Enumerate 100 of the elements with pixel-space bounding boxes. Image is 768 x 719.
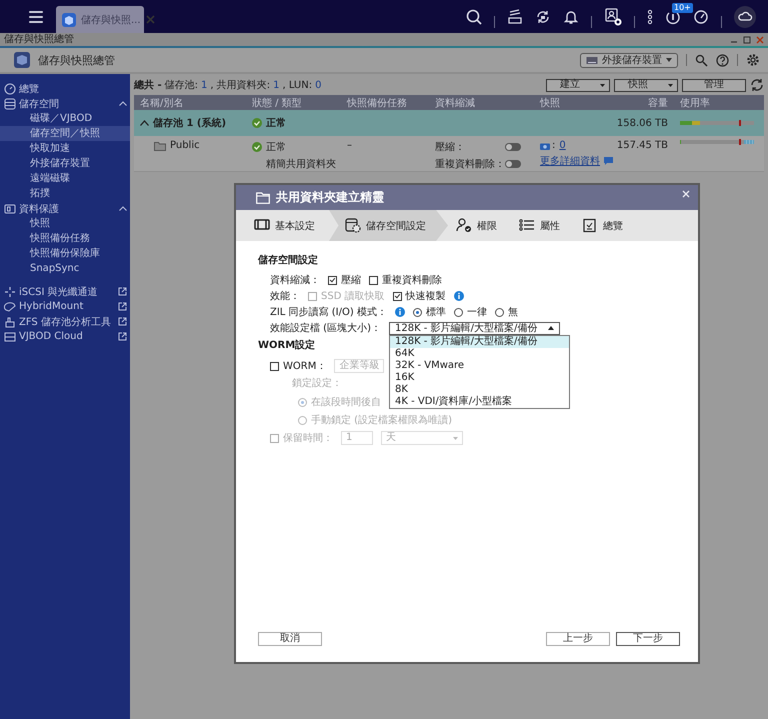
radio-option: 在該段時間後自: [298, 395, 381, 409]
folder-icon: [256, 192, 270, 204]
chat-icon: [604, 157, 613, 165]
sidebar-subitem[interactable]: 快取加速: [0, 141, 130, 156]
toggle-switch[interactable]: [505, 160, 521, 168]
toggle-switch[interactable]: [505, 143, 521, 151]
folder-name: Public: [170, 140, 200, 151]
sidebar-item[interactable]: VJBOD Cloud: [0, 329, 130, 344]
wizard-step[interactable]: 屬性: [511, 210, 574, 241]
back-button[interactable]: 上一步: [546, 632, 610, 646]
external-link-icon[interactable]: [118, 287, 127, 296]
sidebar-subitem[interactable]: 儲存空間／快照: [0, 126, 130, 141]
folder-row[interactable]: Public 正常 精簡共用資料夾 – 壓縮： 重複資料刪除： : 0 更多詳細資料 157.45 TB: [134, 136, 764, 172]
wizard-step[interactable]: 儲存空間設定: [329, 210, 448, 241]
external-link-icon[interactable]: [118, 302, 127, 311]
details-link[interactable]: 更多詳細資料: [540, 154, 600, 168]
summary-label: , LUN:: [282, 80, 312, 91]
sidebar-item[interactable]: 資料保護: [0, 201, 130, 216]
ok-icon: [252, 118, 262, 128]
profile-select[interactable]: 128K - 影片編輯/大型檔案/備份: [388, 322, 560, 334]
dropdown-option[interactable]: 64K: [390, 348, 569, 360]
summary-count: 1: [273, 80, 280, 91]
field-label: 效能：: [270, 290, 300, 303]
server-icon: [4, 330, 16, 342]
radio-option[interactable]: 一律: [454, 305, 487, 319]
dropdown-option[interactable]: 128K - 影片編輯/大型檔案/備份: [390, 336, 569, 348]
sidebar-item[interactable]: 儲存空間: [0, 96, 130, 111]
radio-option[interactable]: 標準: [412, 305, 446, 319]
sidebar-item[interactable]: 總覽: [0, 81, 130, 96]
sidebar-item[interactable]: iSCSI 與光纖通道: [0, 284, 130, 299]
section-heading: WORM設定: [258, 338, 316, 352]
external-link-icon[interactable]: [118, 317, 127, 326]
tab-title: 儲存與快照...: [81, 14, 141, 26]
sidebar-subitem[interactable]: 拓撲: [0, 186, 130, 201]
sidebar-subitem[interactable]: 外接儲存裝置: [0, 156, 130, 171]
sidebar-subitem[interactable]: SnapSync: [0, 261, 130, 276]
wizard-step[interactable]: 基本設定: [246, 210, 329, 241]
field-label: 鎖定設定：: [292, 376, 342, 391]
more-icon[interactable]: [647, 8, 653, 24]
snapshot-count-link[interactable]: 0: [559, 140, 566, 151]
sidebar-subitem[interactable]: 快照備份任務: [0, 231, 130, 246]
cloud-icon[interactable]: [734, 6, 756, 28]
list-icon: [519, 218, 535, 233]
summary-label: 儲存池:: [164, 78, 198, 92]
external-link-icon[interactable]: [118, 332, 127, 341]
app-cube-icon: [62, 12, 76, 26]
toolbar-button[interactable]: 管理: [682, 78, 746, 92]
refresh-icon[interactable]: [750, 78, 764, 92]
help-icon[interactable]: [716, 54, 729, 66]
column-header[interactable]: 資料縮減: [429, 96, 534, 110]
summary-label: , 共用資料夾:: [210, 78, 270, 92]
gauge-icon[interactable]: [693, 8, 709, 24]
dropdown-option[interactable]: 4K - VDI/資料庫/小型檔案: [390, 396, 569, 408]
sidebar-subitem[interactable]: 快照備份保險庫: [0, 246, 130, 261]
sidebar-item[interactable]: HybridMount: [0, 299, 130, 314]
app-cube-icon: [14, 52, 30, 68]
checkbox-option[interactable]: 快速複製: [392, 289, 446, 303]
bell-icon[interactable]: [563, 8, 579, 24]
column-header[interactable]: 快照備份任務: [341, 96, 429, 110]
dropdown-option[interactable]: 32K - VMware: [390, 360, 569, 372]
sidebar-item[interactable]: ZFS 儲存池分析工具: [0, 314, 130, 329]
checkbox-option: SSD 讀取快取: [308, 289, 385, 303]
menu-icon[interactable]: [28, 10, 44, 24]
radio-option[interactable]: 無: [494, 305, 518, 319]
user-card-icon[interactable]: [604, 8, 622, 26]
caret-icon: [600, 84, 605, 86]
sidebar-label: iSCSI 與光纖通道: [19, 286, 99, 298]
field-label: ZIL 同步讀寫 (I/O) 模式：: [270, 306, 387, 319]
checkbox-option[interactable]: 壓縮: [328, 273, 361, 287]
chevron-up-icon[interactable]: [140, 120, 149, 126]
maximize-icon[interactable]: [743, 36, 751, 44]
checkbox-option[interactable]: WORM：: [270, 359, 326, 373]
separator-text: :: [552, 140, 556, 151]
external-storage-button[interactable]: 外接儲存裝置: [580, 52, 678, 68]
column-header[interactable]: 名稱/別名: [134, 96, 246, 110]
toolbar-button[interactable]: 快照: [614, 78, 678, 92]
dropdown-option[interactable]: 8K: [390, 384, 569, 396]
sidebar-subitem[interactable]: 磁碟／VJBOD: [0, 111, 130, 126]
toolbar-button[interactable]: 建立: [546, 78, 610, 92]
dropdown-option[interactable]: 16K: [390, 372, 569, 384]
sync-icon[interactable]: [535, 8, 551, 24]
stack-icon[interactable]: [507, 8, 523, 24]
sidebar-label: 資料保護: [19, 202, 60, 216]
column-header[interactable]: 容量: [614, 96, 674, 110]
column-header[interactable]: 狀態 / 類型: [246, 96, 341, 110]
pool-row[interactable]: 儲存池 1 (系統) 正常 158.06 TB: [134, 110, 764, 136]
sidebar-subitem[interactable]: 遠端磁碟: [0, 171, 130, 186]
sidebar-label: 儲存空間: [19, 98, 60, 110]
cancel-button[interactable]: 取消: [258, 632, 322, 646]
summary-count: 0: [315, 80, 322, 91]
checkbox-option[interactable]: 重複資料刪除: [369, 273, 442, 287]
next-button[interactable]: 下一步: [616, 632, 680, 646]
column-header[interactable]: 快照: [534, 96, 614, 110]
search-icon[interactable]: [466, 8, 482, 24]
wizard-step[interactable]: 權限: [448, 210, 511, 241]
sidebar-label: HybridMount: [19, 301, 84, 312]
sidebar-subitem[interactable]: 快照: [0, 216, 130, 231]
settings-icon[interactable]: [746, 53, 760, 67]
column-header[interactable]: 使用率: [674, 96, 760, 110]
wizard-step[interactable]: 總覽: [574, 210, 637, 241]
